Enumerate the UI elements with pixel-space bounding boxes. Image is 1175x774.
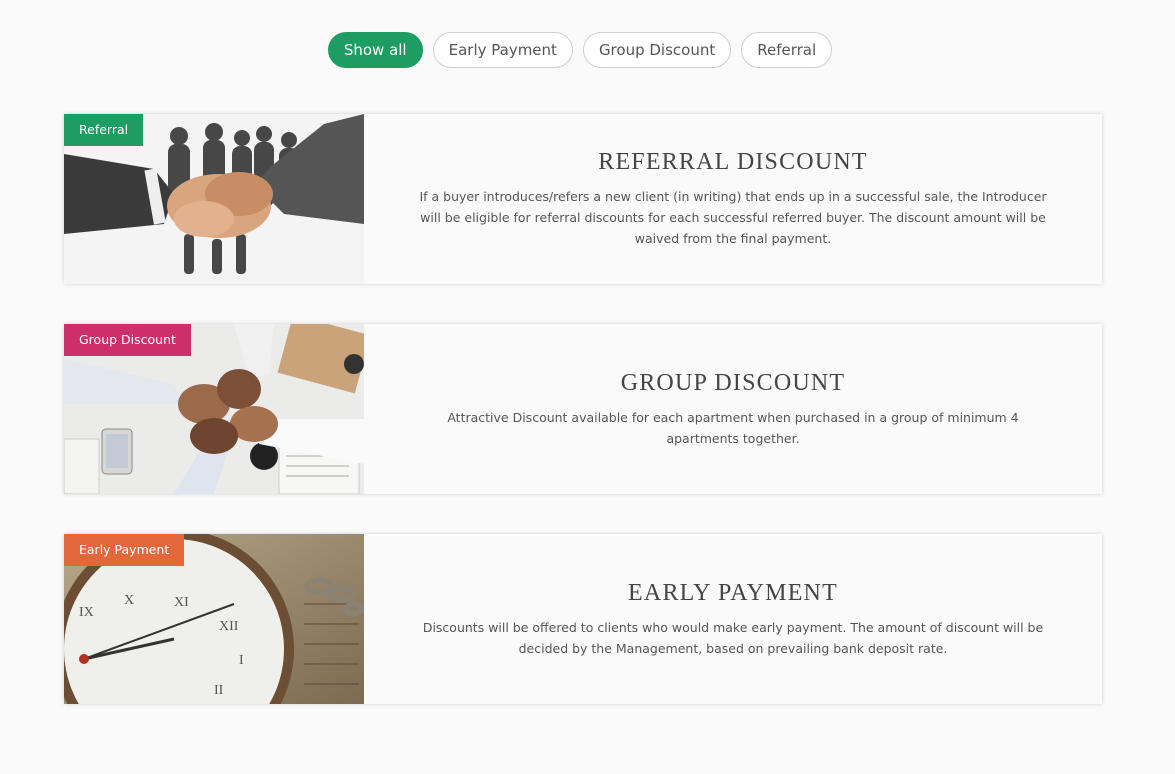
fist-bump-image: Group Discount <box>64 324 364 494</box>
svg-text:XI: XI <box>174 595 189 610</box>
category-tag: Early Payment <box>64 534 185 566</box>
svg-text:IX: IX <box>79 605 94 620</box>
filter-group-discount-button[interactable]: Group Discount <box>582 32 732 68</box>
filter-bar: Show all Early Payment Group Discount Re… <box>0 32 1160 68</box>
card-title: REFERRAL DISCOUNT <box>598 149 868 175</box>
pocket-watch-image: IX X XI XII I II Early Payment <box>64 534 364 704</box>
svg-text:X: X <box>124 593 134 608</box>
offer-card-referral: Referral REFERRAL DISCOUNT If a buyer in… <box>64 114 1102 284</box>
handshake-image: Referral <box>64 114 364 284</box>
card-content: EARLY PAYMENT Discounts will be offered … <box>364 534 1102 704</box>
filter-early-payment-button[interactable]: Early Payment <box>432 32 573 68</box>
card-content: REFERRAL DISCOUNT If a buyer introduces/… <box>364 114 1102 284</box>
category-tag: Group Discount <box>64 324 191 356</box>
category-tag: Referral <box>64 114 144 146</box>
svg-text:II: II <box>214 683 224 698</box>
card-title: GROUP DISCOUNT <box>620 369 846 396</box>
card-description: If a buyer introduces/refers a new clien… <box>419 189 1047 246</box>
filter-referral-button[interactable]: Referral <box>741 32 833 68</box>
svg-text:I: I <box>239 653 244 668</box>
offer-card-group-discount: Group Discount GROUP DISCOUNT Attractive… <box>64 324 1102 494</box>
card-content: GROUP DISCOUNT Attractive Discount avail… <box>364 324 1102 494</box>
card-description: Attractive Discount available for each a… <box>447 409 1019 446</box>
svg-text:XII: XII <box>219 619 239 634</box>
filter-show-all-button[interactable]: Show all <box>327 32 423 68</box>
card-title: EARLY PAYMENT <box>628 579 838 606</box>
offer-card-early-payment: IX X XI XII I II Early Payment EARLY PAY… <box>64 534 1102 704</box>
card-description: Discounts will be offered to clients who… <box>422 619 1044 656</box>
